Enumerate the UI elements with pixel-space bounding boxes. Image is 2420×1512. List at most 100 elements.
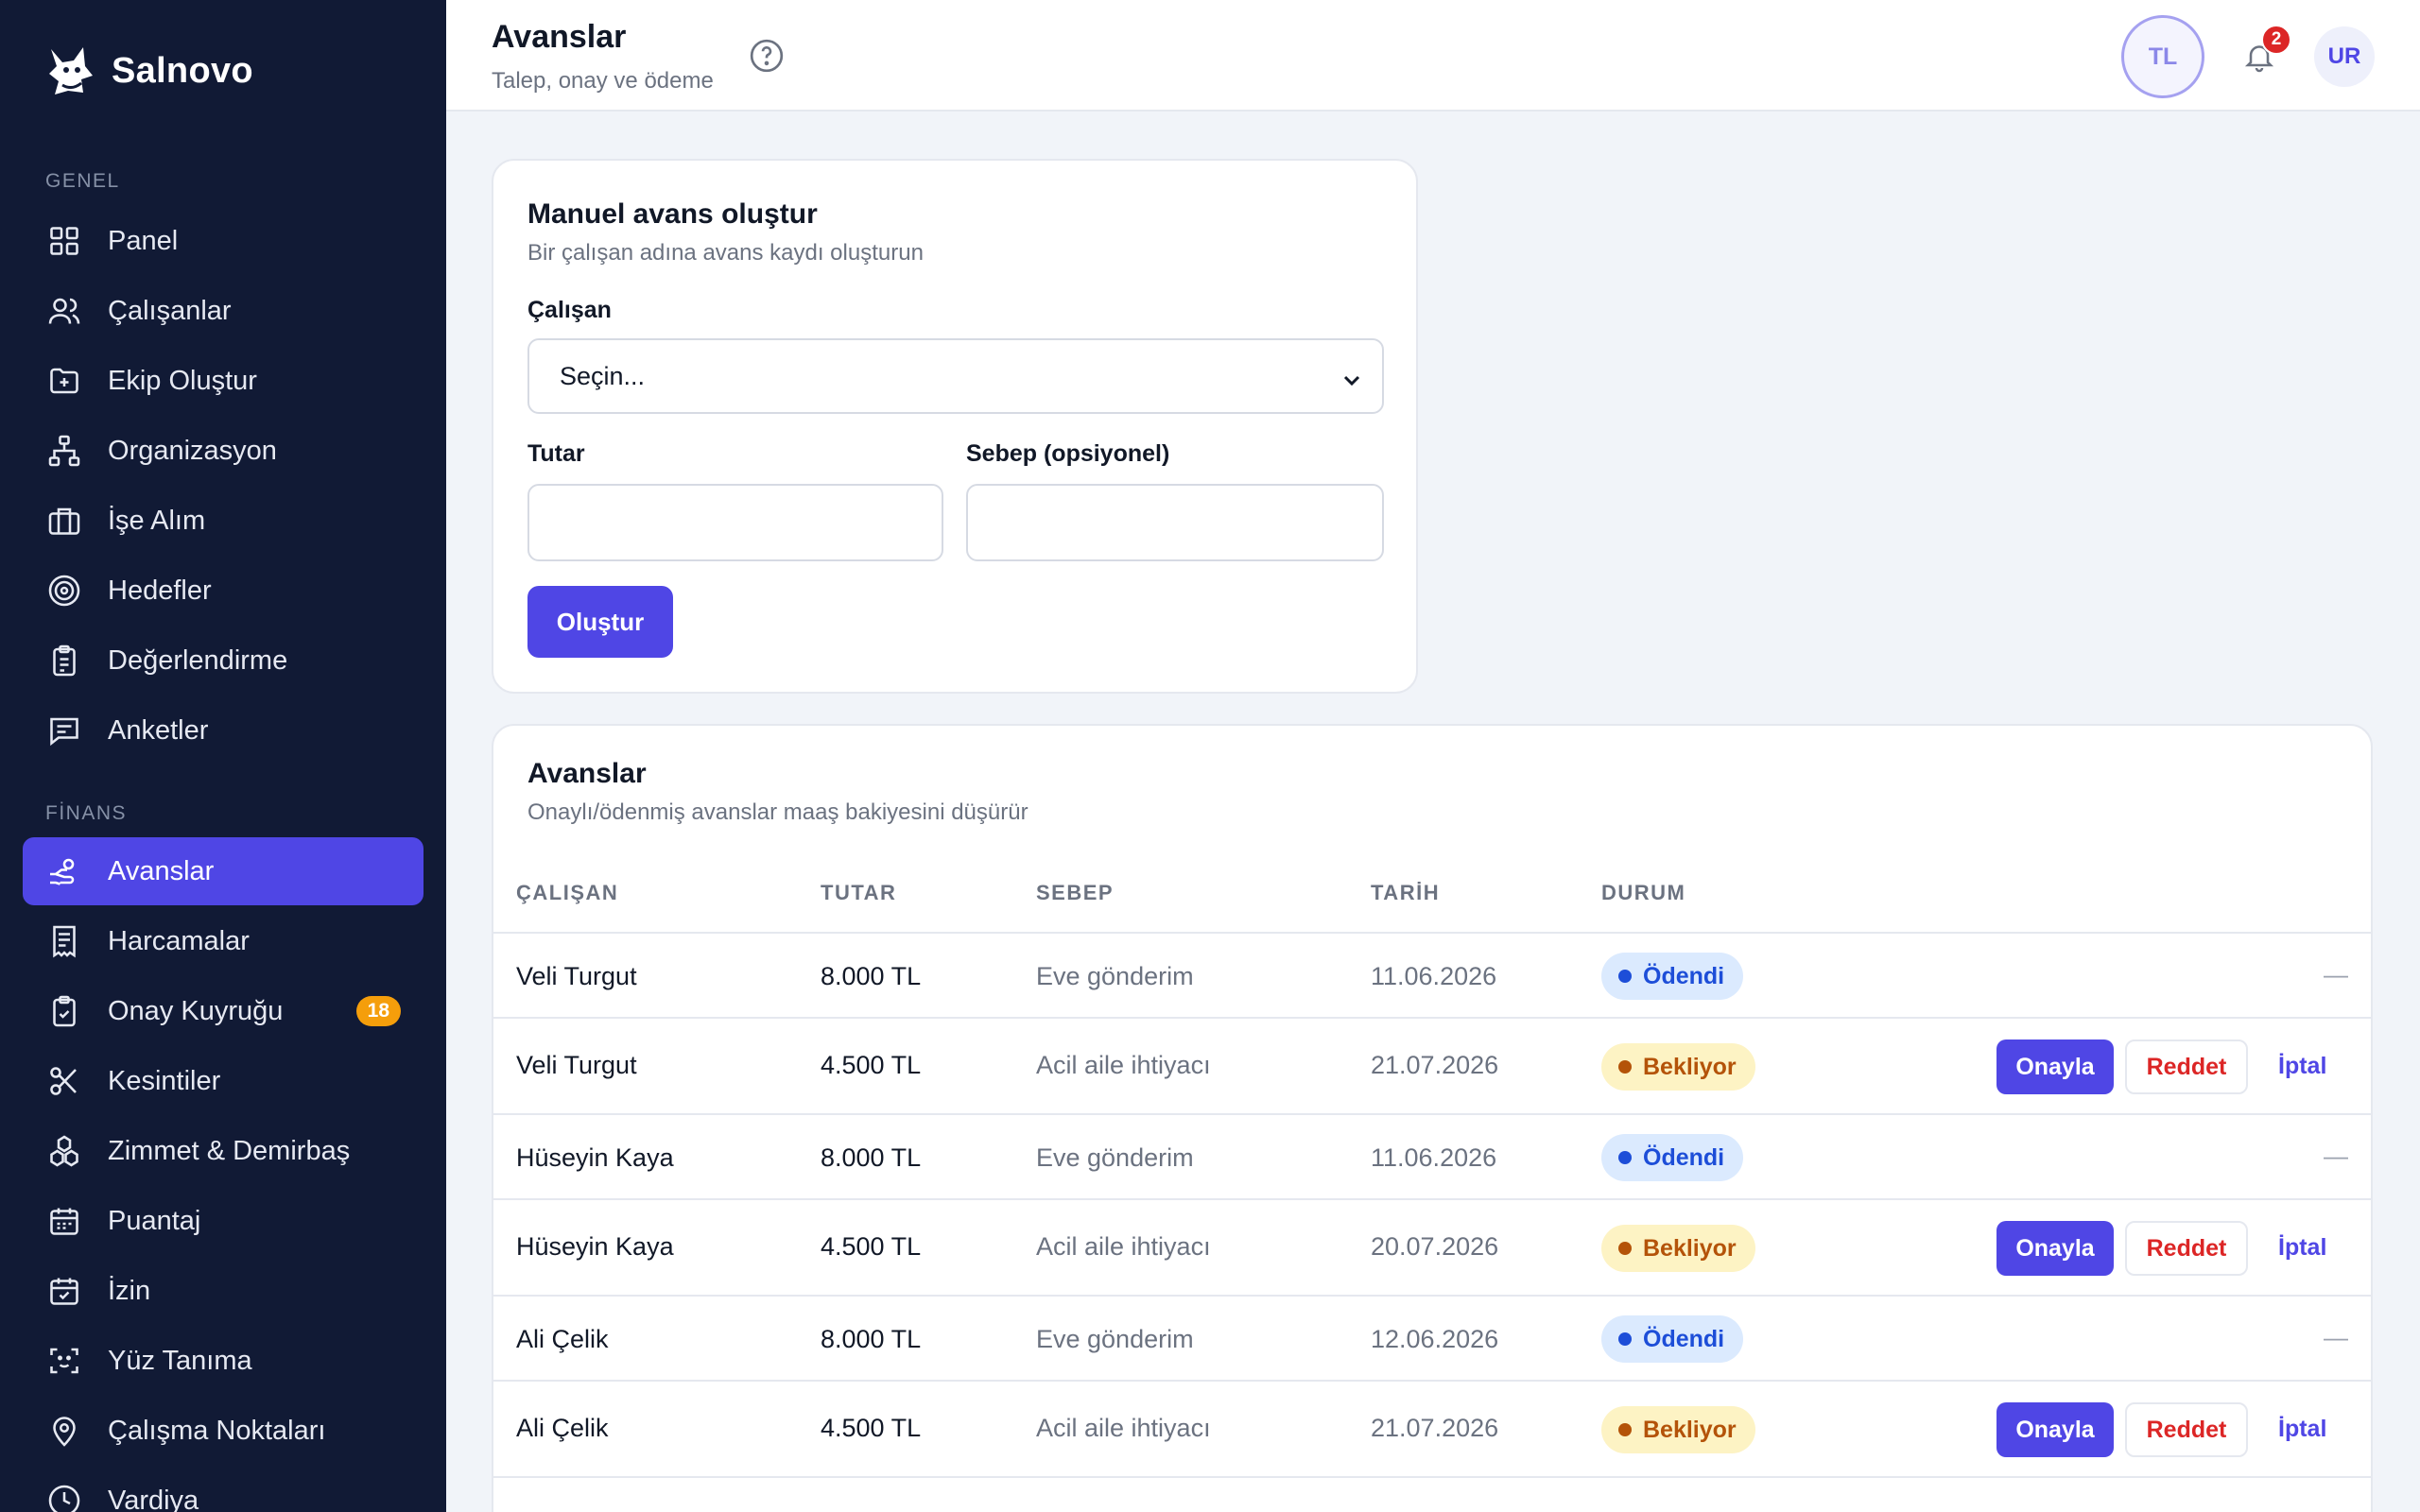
sidebar-item-kesintiler[interactable]: Kesintiler bbox=[23, 1047, 424, 1115]
approve-button[interactable]: Onayla bbox=[1996, 1402, 2114, 1457]
status-dot bbox=[1618, 1332, 1632, 1346]
clock-icon bbox=[48, 1485, 80, 1512]
status-badge: Bekliyor bbox=[1601, 1406, 1755, 1453]
employee-select[interactable]: Seçin... bbox=[527, 338, 1384, 414]
sidebar-item-label: Harcamalar bbox=[108, 925, 250, 956]
sidebar-item-label: Yüz Tanıma bbox=[108, 1345, 252, 1376]
topbar: Avanslar Talep, onay ve ödeme TL 2 UR bbox=[446, 0, 2420, 112]
no-action: — bbox=[2324, 1323, 2348, 1351]
approve-button[interactable]: Onayla bbox=[1996, 1221, 2114, 1276]
employee-name: Ali Çelik bbox=[516, 1414, 609, 1442]
employee-select-value: Seçin... bbox=[560, 361, 646, 390]
sidebar-item-label: Kesintiler bbox=[108, 1065, 221, 1096]
create-button[interactable]: Oluştur bbox=[527, 586, 673, 658]
form-subtitle: Bir çalışan adına avans kaydı oluşturun bbox=[527, 240, 924, 266]
sidebar-item-onay-kuyrugu[interactable]: Onay Kuyruğu 18 bbox=[23, 977, 424, 1045]
advance-date: 12.06.2026 bbox=[1371, 1325, 1499, 1353]
section-title-finans: FİNANS bbox=[45, 802, 128, 824]
sidebar-item-zimmet[interactable]: Zimmet & Demirbaş bbox=[23, 1117, 424, 1185]
fox-logo-icon bbox=[49, 47, 93, 94]
currency-button[interactable]: TL bbox=[2121, 15, 2204, 98]
column-header-date[interactable]: TARİH bbox=[1371, 881, 1440, 905]
sidebar-item-yuz-tanima[interactable]: Yüz Tanıma bbox=[23, 1327, 424, 1395]
advance-reason: Eve gönderim bbox=[1036, 962, 1194, 990]
sidebar-item-harcamalar[interactable]: Harcamalar bbox=[23, 907, 424, 975]
column-header-employee[interactable]: ÇALIŞAN bbox=[516, 881, 618, 905]
face-scan-icon bbox=[50, 1348, 78, 1374]
reason-input[interactable] bbox=[966, 484, 1384, 561]
cancel-button[interactable]: İptal bbox=[2278, 1053, 2326, 1080]
reject-button[interactable]: Reddet bbox=[2125, 1221, 2248, 1276]
clipboard-check-icon bbox=[53, 995, 76, 1027]
advance-amount: 4.500 TL bbox=[821, 1232, 922, 1261]
advance-date: 11.06.2026 bbox=[1371, 1143, 1497, 1172]
status-text: Bekliyor bbox=[1643, 1416, 1737, 1443]
advance-reason: Eve gönderim bbox=[1036, 1143, 1194, 1172]
sidebar-item-label: Zimmet & Demirbaş bbox=[108, 1135, 351, 1166]
status-badge: Ödendi bbox=[1601, 1315, 1744, 1363]
reject-button[interactable]: Reddet bbox=[2125, 1040, 2248, 1094]
sidebar-item-puantaj[interactable]: Puantaj bbox=[23, 1187, 424, 1255]
amount-label: Tutar bbox=[527, 440, 585, 467]
chat-icon bbox=[50, 717, 78, 747]
employee-name: Veli Turgut bbox=[516, 962, 637, 990]
advance-date: 21.07.2026 bbox=[1371, 1414, 1499, 1442]
no-action: — bbox=[2324, 960, 2348, 988]
sidebar-item-ise-alim[interactable]: İşe Alım bbox=[23, 487, 424, 555]
approve-button[interactable]: Onayla bbox=[1996, 1040, 2114, 1094]
cancel-button[interactable]: İptal bbox=[2278, 1234, 2326, 1262]
sidebar-item-panel[interactable]: Panel bbox=[23, 207, 424, 275]
advance-reason: Acil aile ihtiyacı bbox=[1036, 1232, 1211, 1261]
reason-label: Sebep (opsiyonel) bbox=[966, 440, 1170, 467]
sidebar-item-izin[interactable]: İzin bbox=[23, 1257, 424, 1325]
advance-amount: 4.500 TL bbox=[821, 1051, 922, 1079]
sidebar-item-degerlendirme[interactable]: Değerlendirme bbox=[23, 627, 424, 695]
section-title-genel: GENEL bbox=[45, 170, 120, 192]
sidebar-item-calisanlar[interactable]: Çalışanlar bbox=[23, 277, 424, 345]
chevron-down-icon bbox=[1343, 375, 1360, 387]
sidebar-item-calisma-noktalari[interactable]: Çalışma Noktaları bbox=[23, 1397, 424, 1465]
status-text: Bekliyor bbox=[1643, 1053, 1737, 1080]
cancel-button[interactable]: İptal bbox=[2278, 1416, 2326, 1443]
employee-name: Veli Turgut bbox=[516, 1051, 637, 1079]
manual-advance-card: Manuel avans oluştur Bir çalışan adına a… bbox=[492, 159, 1418, 694]
sidebar-item-vardiya[interactable]: Vardiya bbox=[23, 1467, 424, 1512]
status-text: Bekliyor bbox=[1643, 1234, 1737, 1262]
column-header-reason[interactable]: SEBEP bbox=[1036, 881, 1114, 905]
briefcase-icon bbox=[48, 507, 80, 535]
advance-amount: 4.500 TL bbox=[821, 1414, 922, 1442]
advance-reason: Acil aile ihtiyacı bbox=[1036, 1414, 1211, 1442]
list-title: Avanslar bbox=[527, 758, 647, 789]
hand-coin-icon bbox=[50, 858, 75, 885]
page-title: Avanslar bbox=[492, 19, 627, 55]
brand-name: Salnovo bbox=[112, 50, 253, 91]
avatar[interactable]: UR bbox=[2314, 26, 2375, 87]
no-action: — bbox=[2324, 1142, 2348, 1170]
status-badge: Ödendi bbox=[1601, 1134, 1744, 1181]
table-row: Hüseyin Kaya 4.500 TL Acil aile ihtiyacı… bbox=[493, 1198, 2371, 1295]
help-icon[interactable] bbox=[749, 38, 785, 74]
sidebar-item-organizasyon[interactable]: Organizasyon bbox=[23, 417, 424, 485]
sidebar-item-label: Vardiya bbox=[108, 1485, 199, 1512]
sidebar-item-label: Organizasyon bbox=[108, 435, 277, 466]
sidebar-item-label: Çalışanlar bbox=[108, 295, 232, 326]
table-row: Ali Çelik 4.500 TL Acil aile ihtiyacı 21… bbox=[493, 1380, 2371, 1476]
status-badge: Bekliyor bbox=[1601, 1043, 1755, 1091]
sidebar-item-ekip-olustur[interactable]: Ekip Oluştur bbox=[23, 347, 424, 415]
status-dot bbox=[1618, 1423, 1632, 1436]
reject-button[interactable]: Reddet bbox=[2125, 1402, 2248, 1457]
list-subtitle: Onaylı/ödenmiş avanslar maaş bakiyesini … bbox=[527, 799, 1028, 825]
table-row: Veli Turgut 8.000 TL Eve gönderim 11.06.… bbox=[493, 932, 2371, 1017]
column-header-amount[interactable]: TUTAR bbox=[821, 881, 896, 905]
column-header-status[interactable]: DURUM bbox=[1601, 881, 1685, 905]
sidebar-item-avanslar[interactable]: Avanslar bbox=[23, 837, 424, 905]
amount-input[interactable] bbox=[527, 484, 943, 561]
advance-amount: 8.000 TL bbox=[821, 1325, 922, 1353]
employee-label: Çalışan bbox=[527, 297, 612, 323]
brand[interactable]: Salnovo bbox=[45, 43, 253, 98]
employee-name: Hüseyin Kaya bbox=[516, 1232, 674, 1261]
sidebar-item-anketler[interactable]: Anketler bbox=[23, 696, 424, 765]
sidebar-item-hedefler[interactable]: Hedefler bbox=[23, 557, 424, 625]
sidebar-item-label: Çalışma Noktaları bbox=[108, 1415, 326, 1446]
advance-amount: 8.000 TL bbox=[821, 962, 922, 990]
